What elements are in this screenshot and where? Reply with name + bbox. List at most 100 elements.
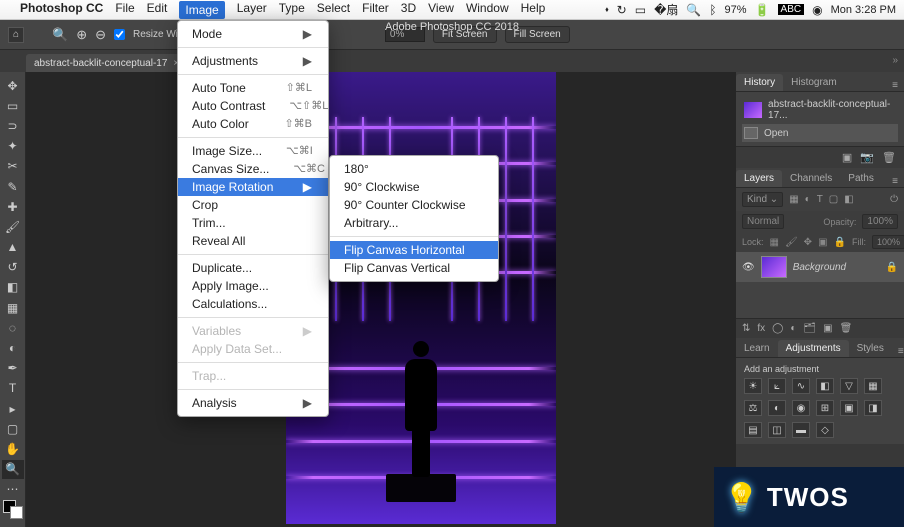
exposure-icon[interactable]: ◧ (816, 378, 834, 394)
panel-menu-icon[interactable]: ≡ (886, 80, 904, 91)
rotate-90-cw[interactable]: 90° Clockwise (330, 178, 498, 196)
menu-select[interactable]: Select (317, 1, 350, 19)
brush-tool[interactable]: 🖌 (2, 217, 24, 236)
bluetooth-icon[interactable]: ᛒ (709, 3, 716, 17)
path-select-tool[interactable]: ▸ (2, 399, 24, 418)
rotate-180[interactable]: 180° (330, 160, 498, 178)
menu-image-size[interactable]: Image Size...⌥⌘I (178, 142, 328, 160)
type-tool[interactable]: T (2, 379, 24, 398)
blur-tool[interactable]: ◌ (2, 318, 24, 337)
dodge-tool[interactable]: ◐ (2, 338, 24, 357)
delete-state-icon[interactable]: 🗑 (882, 151, 896, 164)
menu-edit[interactable]: Edit (147, 1, 168, 19)
filter-type-icon[interactable]: T (817, 194, 823, 205)
curves-icon[interactable]: ∿ (792, 378, 810, 394)
brightness-icon[interactable]: ☀ (744, 378, 762, 394)
zoom-out-icon[interactable]: ⊖ (95, 27, 106, 43)
adjustments-tab[interactable]: Adjustments (778, 340, 849, 357)
search-icon[interactable]: 🔍 (686, 3, 701, 17)
app-menu[interactable]: Photoshop CC (20, 1, 103, 19)
menu-canvas-size[interactable]: Canvas Size...⌥⌘C (178, 160, 328, 178)
channel-mixer-icon[interactable]: ⊞ (816, 400, 834, 416)
menu-layer[interactable]: Layer (237, 1, 267, 19)
flip-canvas-horizontal[interactable]: Flip Canvas Horizontal (330, 241, 498, 259)
menu-3d[interactable]: 3D (401, 1, 416, 19)
history-tab[interactable]: History (736, 74, 783, 91)
layer-row-background[interactable]: 👁 Background 🔒 (736, 252, 904, 282)
photo-filter-icon[interactable]: ◉ (792, 400, 810, 416)
fit-screen-button[interactable]: Fit Screen (433, 26, 497, 43)
selective-color-icon[interactable]: ◇ (816, 422, 834, 438)
gradient-tool[interactable]: ▦ (2, 298, 24, 317)
menu-crop[interactable]: Crop (178, 196, 328, 214)
rotate-90-ccw[interactable]: 90° Counter Clockwise (330, 196, 498, 214)
new-snapshot-icon[interactable]: 📷 (860, 151, 874, 164)
lock-artboard-icon[interactable]: ▣ (818, 237, 827, 248)
filter-kind-select[interactable]: Kind ⌄ (742, 192, 783, 207)
panel-menu-icon[interactable]: ≡ (892, 346, 904, 357)
mask-icon[interactable]: ◯ (772, 323, 783, 334)
menu-window[interactable]: Window (466, 1, 509, 19)
styles-tab[interactable]: Styles (849, 340, 892, 357)
menu-image[interactable]: Image (179, 1, 224, 19)
display-icon[interactable]: ▭ (635, 3, 646, 17)
blend-mode-select[interactable]: Normal (742, 214, 784, 229)
edit-toolbar-icon[interactable]: ⋯ (2, 480, 24, 499)
menu-help[interactable]: Help (521, 1, 546, 19)
menu-filter[interactable]: Filter (362, 1, 389, 19)
menu-apply-image[interactable]: Apply Image... (178, 277, 328, 295)
menu-analysis[interactable]: Analysis▶ (178, 394, 328, 412)
channels-tab[interactable]: Channels (782, 170, 840, 187)
wifi-icon[interactable]: �扇 (654, 1, 678, 18)
menu-auto-tone[interactable]: Auto Tone⇧⌘L (178, 79, 328, 97)
zoom-tool-icon[interactable]: 🔍 (52, 27, 68, 43)
quick-select-tool[interactable]: ✦ (2, 137, 24, 156)
history-snapshot[interactable]: abstract-backlit-conceptual-17... (742, 96, 898, 124)
link-layers-icon[interactable]: ⇅ (742, 323, 750, 334)
lock-transparent-icon[interactable]: ▦ (770, 237, 779, 248)
delete-layer-icon[interactable]: 🗑 (840, 323, 853, 334)
invert-icon[interactable]: ◨ (864, 400, 882, 416)
menu-trim[interactable]: Trim... (178, 214, 328, 232)
pen-tool[interactable]: ✒ (2, 359, 24, 378)
levels-icon[interactable]: ⟀ (768, 378, 786, 394)
color-lookup-icon[interactable]: ▣ (840, 400, 858, 416)
menu-duplicate[interactable]: Duplicate... (178, 259, 328, 277)
color-swatch[interactable] (3, 500, 23, 519)
menu-adjustments[interactable]: Adjustments▶ (178, 52, 328, 70)
lasso-tool[interactable]: ⊃ (2, 116, 24, 135)
color-balance-icon[interactable]: ⚖ (744, 400, 762, 416)
fill-field[interactable]: 100% (872, 235, 904, 249)
filter-pixel-icon[interactable]: ▦ (789, 194, 798, 205)
shape-tool[interactable]: ▢ (2, 419, 24, 438)
zoom-tool[interactable]: 🔍 (2, 460, 24, 479)
canvas-area[interactable] (26, 72, 736, 527)
gradient-map-icon[interactable]: ▬ (792, 422, 810, 438)
filter-shape-icon[interactable]: ▢ (829, 194, 838, 205)
visibility-eye-icon[interactable]: 👁 (742, 262, 755, 273)
panel-menu-icon[interactable]: ≡ (886, 176, 904, 187)
flip-canvas-vertical[interactable]: Flip Canvas Vertical (330, 259, 498, 277)
histogram-tab[interactable]: Histogram (783, 74, 845, 91)
new-adjustment-icon[interactable]: ◐ (790, 323, 796, 334)
lock-all-icon[interactable]: 🔒 (834, 237, 846, 248)
menu-mode[interactable]: Mode▶ (178, 25, 328, 43)
filter-smart-icon[interactable]: ◧ (844, 194, 853, 205)
eyedropper-tool[interactable]: ✎ (2, 177, 24, 196)
rotate-arbitrary[interactable]: Arbitrary... (330, 214, 498, 232)
user-badge[interactable]: ABC (778, 4, 805, 15)
lock-pixels-icon[interactable]: 🖌 (785, 237, 798, 248)
hue-icon[interactable]: ▦ (864, 378, 882, 394)
document-tab[interactable]: abstract-backlit-conceptual-17 × (26, 54, 189, 72)
threshold-icon[interactable]: ◫ (768, 422, 786, 438)
learn-tab[interactable]: Learn (736, 340, 778, 357)
menu-auto-contrast[interactable]: Auto Contrast⌥⇧⌘L (178, 97, 328, 115)
menu-image-rotation[interactable]: Image Rotation▶ (178, 178, 328, 196)
filter-adjust-icon[interactable]: ◐ (805, 194, 811, 205)
new-group-icon[interactable]: 🗂 (803, 323, 816, 334)
siri-icon[interactable]: ◉ (812, 3, 822, 17)
history-step-open[interactable]: Open (742, 124, 898, 142)
menu-auto-color[interactable]: Auto Color⇧⌘B (178, 115, 328, 133)
new-doc-from-state-icon[interactable]: ▣ (842, 151, 852, 164)
zoom-percent-field[interactable]: 0% (385, 27, 425, 42)
